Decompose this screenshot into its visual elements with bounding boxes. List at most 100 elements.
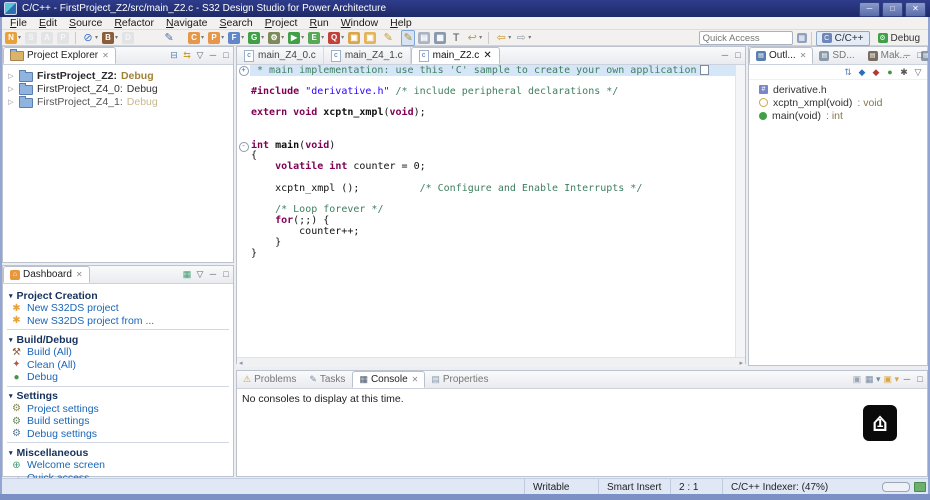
- vertical-scrollbar[interactable]: [735, 65, 745, 357]
- new-project-button[interactable]: P▾: [207, 30, 225, 46]
- outline-item[interactable]: #derivative.h: [759, 83, 927, 96]
- dropdown-caret-icon[interactable]: ▾: [321, 34, 324, 41]
- tab-console[interactable]: ▦Console✕: [352, 371, 425, 388]
- dropdown-caret-icon[interactable]: ▾: [301, 34, 304, 41]
- quick-access-input[interactable]: [699, 31, 793, 45]
- expand-chevron-icon[interactable]: ▷: [7, 72, 15, 80]
- project-item-firstproject_z2[interactable]: ▷FirstProject_Z2: Debug: [7, 69, 233, 82]
- dropdown-caret-icon[interactable]: ▾: [115, 34, 118, 41]
- section-header-settings[interactable]: ▾Settings: [9, 390, 229, 403]
- forward-button[interactable]: ⇨▾: [514, 30, 532, 46]
- tab-problems[interactable]: ⚠Problems: [237, 371, 303, 388]
- minimize-icon[interactable]: ─: [208, 50, 218, 60]
- close-icon[interactable]: ✕: [483, 50, 491, 61]
- dropdown-caret-icon[interactable]: ▾: [341, 34, 344, 41]
- pin-console-icon[interactable]: ▣: [852, 374, 862, 385]
- collapse-triangle-icon[interactable]: ▾: [9, 392, 13, 400]
- expand-chevron-icon[interactable]: ▷: [7, 98, 15, 106]
- profile-button[interactable]: Q▾: [327, 30, 345, 46]
- dropdown-caret-icon[interactable]: ▾: [95, 34, 98, 41]
- dropdown-caret-icon[interactable]: ▾: [508, 34, 511, 41]
- maximize-button[interactable]: □: [882, 2, 903, 17]
- skip-breakpoints-button[interactable]: ⊘▾: [81, 30, 99, 46]
- menu-edit[interactable]: Edit: [33, 17, 63, 29]
- open-resource-button[interactable]: ▣: [363, 30, 377, 46]
- dropdown-caret-icon[interactable]: ▾: [528, 34, 531, 41]
- menu-source[interactable]: Source: [63, 17, 108, 29]
- menu-navigate[interactable]: Navigate: [160, 17, 213, 29]
- next-annotation-button[interactable]: ▤: [417, 30, 431, 46]
- fold-marker-icon[interactable]: +: [239, 66, 249, 76]
- code-editor[interactable]: + * main implementation: use this 'C' sa…: [237, 65, 745, 357]
- maximize-icon[interactable]: □: [915, 374, 925, 384]
- tab-tasks[interactable]: ✎Tasks: [303, 371, 352, 388]
- section-header-project-creation[interactable]: ▾Project Creation: [9, 289, 229, 302]
- menu-search[interactable]: Search: [213, 17, 258, 29]
- outline-item[interactable]: main(void) : int: [759, 109, 927, 122]
- maximize-icon[interactable]: □: [221, 50, 231, 60]
- minimize-icon[interactable]: ─: [208, 269, 218, 279]
- section-header-build-debug[interactable]: ▾Build/Debug: [9, 333, 229, 346]
- outline-item[interactable]: xcptn_xmpl(void) : void: [759, 96, 927, 109]
- maximize-icon[interactable]: □: [733, 50, 743, 60]
- link-welcome-screen[interactable]: ⊕Welcome screen: [9, 459, 229, 472]
- collapse-all-icon[interactable]: ⊟: [169, 50, 179, 61]
- link-build--all-[interactable]: ⚒Build (All): [9, 346, 229, 359]
- open-console-icon[interactable]: ▣ ▾: [883, 374, 899, 385]
- close-icon[interactable]: ✕: [412, 375, 419, 384]
- hide-fields-icon[interactable]: ◆: [857, 67, 867, 78]
- link-project-settings[interactable]: ⚙Project settings: [9, 403, 229, 416]
- link-build-settings[interactable]: ⚙Build settings: [9, 415, 229, 428]
- project-item-firstproject_z4_0[interactable]: ▷FirstProject_Z4_0: Debug: [7, 82, 233, 95]
- dropdown-caret-icon[interactable]: ▾: [221, 34, 224, 41]
- link-clean--all-[interactable]: ✦Clean (All): [9, 359, 229, 372]
- folded-region-indicator[interactable]: [700, 65, 709, 75]
- hide-non-public-icon[interactable]: ●: [885, 67, 895, 77]
- annotate-button[interactable]: ✎: [381, 30, 395, 46]
- minimize-icon[interactable]: ─: [720, 50, 730, 60]
- customize-icon[interactable]: ▦: [182, 269, 192, 280]
- menu-window[interactable]: Window: [335, 17, 384, 29]
- progress-indicator[interactable]: [882, 482, 910, 492]
- hide-static-icon[interactable]: ◆: [871, 67, 881, 78]
- tab-outl[interactable]: ▤Outl...✕: [749, 47, 813, 64]
- link-new-s32ds-project-from----[interactable]: ✱New S32DS project from ...: [9, 315, 229, 328]
- menu-project[interactable]: Project: [259, 17, 304, 29]
- title-bar[interactable]: C/C++ - FirstProject_Z2/src/main_Z2.c - …: [0, 0, 930, 17]
- minimize-icon[interactable]: ─: [902, 374, 912, 384]
- close-button[interactable]: ✕: [905, 2, 926, 17]
- dropdown-caret-icon[interactable]: ▾: [201, 34, 204, 41]
- dropdown-caret-icon[interactable]: ▾: [261, 34, 264, 41]
- tab-dashboard[interactable]: ⌂ Dashboard ✕: [3, 266, 90, 283]
- pencil-button[interactable]: ✎: [162, 30, 176, 46]
- fold-marker-icon[interactable]: -: [239, 142, 249, 152]
- menu-file[interactable]: File: [4, 17, 33, 29]
- show-source-button[interactable]: ▦: [433, 30, 447, 46]
- view-menu-icon[interactable]: ▽: [195, 50, 205, 61]
- open-perspective-icon[interactable]: ▦: [797, 33, 807, 43]
- tab-sd[interactable]: ▤SD...: [813, 47, 861, 64]
- tab-project-explorer[interactable]: Project Explorer ✕: [3, 47, 116, 64]
- sort-icon[interactable]: ⇅: [843, 67, 853, 78]
- perspective-debug[interactable]: ⚙Debug: [872, 31, 926, 46]
- dropdown-caret-icon[interactable]: ▾: [18, 34, 21, 41]
- view-menu-icon[interactable]: ▽: [195, 269, 205, 280]
- menu-help[interactable]: Help: [384, 17, 418, 29]
- dropdown-caret-icon[interactable]: ▾: [281, 34, 284, 41]
- close-icon[interactable]: ✕: [76, 270, 83, 279]
- filter-icon[interactable]: ✱: [899, 67, 909, 78]
- close-icon[interactable]: ✕: [800, 51, 807, 60]
- dropdown-caret-icon[interactable]: ▾: [241, 34, 244, 41]
- display-console-icon[interactable]: ▦ ▾: [865, 374, 881, 385]
- maximize-icon[interactable]: □: [221, 269, 231, 279]
- maximize-icon[interactable]: □: [915, 50, 925, 60]
- editor-tab-main_Z2-c[interactable]: cmain_Z2.c✕: [411, 47, 500, 64]
- editor-tab-main_Z4_1-c[interactable]: cmain_Z4_1.c: [324, 47, 411, 64]
- expand-chevron-icon[interactable]: ▷: [7, 85, 15, 93]
- horizontal-scrollbar[interactable]: ◂▸: [237, 357, 745, 367]
- tab-properties[interactable]: ▤Properties: [425, 371, 495, 388]
- external-tools-button[interactable]: E▾: [307, 30, 325, 46]
- section-header-miscellaneous[interactable]: ▾Miscellaneous: [9, 446, 229, 459]
- update-notification-icon[interactable]: ⌂1: [863, 405, 897, 441]
- back-button[interactable]: ⇦▾: [494, 30, 512, 46]
